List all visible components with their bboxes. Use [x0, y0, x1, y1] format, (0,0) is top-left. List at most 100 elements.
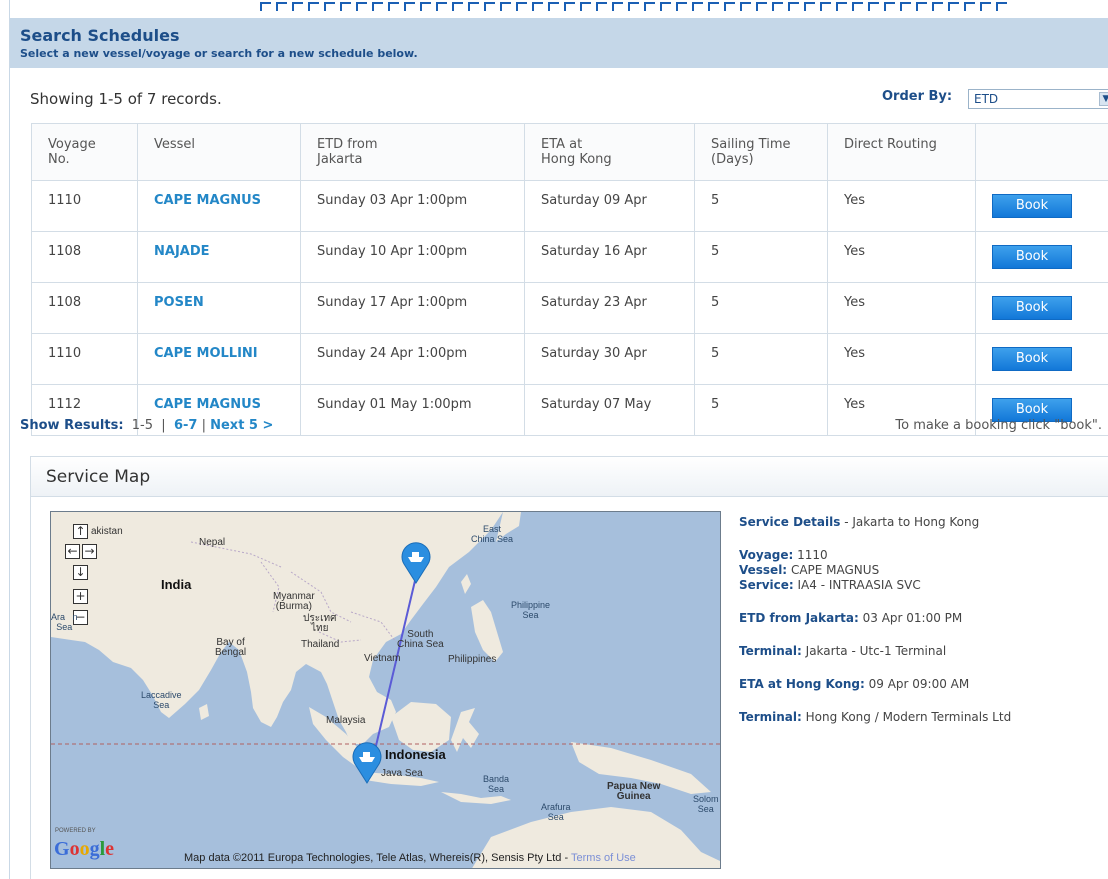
label-java-sea: Java Sea — [381, 768, 423, 779]
direct-cell: Yes — [827, 282, 976, 334]
pan-left-icon[interactable]: ← — [65, 544, 80, 559]
chevron-down-icon[interactable]: ▼ — [1099, 92, 1108, 106]
col-vessel: Vessel — [137, 123, 301, 181]
service-map-title: Service Map — [31, 457, 1108, 497]
days-cell: 5 — [694, 180, 828, 232]
service-details: Service Details - Jakarta to Hong Kong V… — [739, 515, 1099, 743]
days-cell: 5 — [694, 333, 828, 385]
current-page: 1-5 — [131, 418, 154, 433]
voyage-value: 1110 — [797, 548, 828, 562]
days-cell: 5 — [694, 282, 828, 334]
hong-kong-port-pin-icon[interactable] — [400, 540, 432, 584]
map-attribution: Map data ©2011 Europa Technologies, Tele… — [184, 852, 636, 864]
col-book — [975, 123, 1108, 181]
jakarta-port-pin-icon[interactable] — [351, 740, 383, 784]
etd-cell: Sunday 17 Apr 1:00pm — [300, 282, 525, 334]
voyage-cell: 1108 — [31, 231, 138, 283]
label-arafura-sea: Arafura Sea — [541, 802, 571, 822]
zoom-in-icon[interactable]: + — [73, 589, 88, 604]
vessel-link[interactable]: CAPE MAGNUS — [137, 180, 301, 232]
order-by-select[interactable]: ETD ▼ — [968, 89, 1108, 109]
terminal-label: Terminal: — [739, 710, 802, 724]
label-papua: Papua New Guinea — [607, 781, 661, 802]
label-indonesia: Indonesia — [385, 747, 446, 762]
label-solomon-sea: Solom Sea — [693, 794, 719, 814]
label-thai-script: ประเทศ ไทย — [303, 613, 337, 634]
page-title: Search Schedules — [20, 26, 180, 45]
days-cell: 5 — [694, 384, 828, 436]
records-count: Showing 1-5 of 7 records. — [30, 90, 222, 108]
pan-right-icon[interactable]: → — [82, 544, 97, 559]
days-cell: 5 — [694, 231, 828, 283]
map-attribution-text: Map data ©2011 Europa Technologies, Tele… — [184, 852, 571, 864]
book-button[interactable]: Book — [992, 245, 1072, 269]
etd-cell: Sunday 24 Apr 1:00pm — [300, 333, 525, 385]
book-cell: Book — [975, 282, 1108, 334]
book-button[interactable]: Book — [992, 194, 1072, 218]
terminal-value: Jakarta - Utc-1 Terminal — [805, 644, 947, 658]
vessel-label: Vessel: — [739, 563, 788, 577]
book-button[interactable]: Book — [992, 347, 1072, 371]
label-south-china-sea: South China Sea — [397, 629, 444, 650]
etd-value: 03 Apr 01:00 PM — [862, 611, 963, 625]
pan-up-icon[interactable]: ↑ — [73, 524, 88, 539]
col-voyage: Voyage No. — [31, 123, 138, 181]
schedule-table: Voyage No. Vessel ETD from Jakarta ETA a… — [31, 123, 1108, 436]
etd-cell: Sunday 10 Apr 1:00pm — [300, 231, 525, 283]
voyage-cell: 1108 — [31, 282, 138, 334]
table-row: 1108 POSEN Sunday 17 Apr 1:00pm Saturday… — [31, 282, 1108, 334]
pagination: Show Results: 1-5 | 6-7 | Next 5 > — [20, 418, 273, 433]
schedule-page: Search Schedules Select a new vessel/voy… — [9, 0, 1108, 879]
order-by-label: Order By: — [882, 89, 953, 104]
direct-cell: Yes — [827, 180, 976, 232]
etd-cell: Sunday 03 Apr 1:00pm — [300, 180, 525, 232]
next-5-link[interactable]: Next 5 > — [210, 418, 273, 433]
voyage-label: Voyage: — [739, 548, 794, 562]
label-bay-of-bengal: Bay of Bengal — [215, 637, 247, 658]
book-cell: Book — [975, 231, 1108, 283]
label-arabian-sea: Ara n Sea — [51, 612, 78, 632]
voyage-cell: 1110 — [31, 333, 138, 385]
table-row: 1110 CAPE MAGNUS Sunday 03 Apr 1:00pm Sa… — [31, 180, 1108, 232]
table-row: 1110 CAPE MOLLINI Sunday 24 Apr 1:00pm S… — [31, 333, 1108, 385]
pan-down-icon[interactable]: ↓ — [73, 565, 88, 580]
page-subtitle: Select a new vessel/voyage or search for… — [20, 47, 418, 60]
etd-cell: Sunday 01 May 1:00pm — [300, 384, 525, 436]
service-value: IA4 - INTRAASIA SVC — [797, 578, 921, 592]
label-nepal: Nepal — [199, 537, 226, 548]
label-vietnam: Vietnam — [364, 653, 401, 664]
voyage-cell: 1110 — [31, 180, 138, 232]
label-banda-sea: Banda Sea — [483, 774, 510, 794]
table-header-row: Voyage No. Vessel ETD from Jakarta ETA a… — [31, 123, 1108, 181]
vessel-link[interactable]: CAPE MOLLINI — [137, 333, 301, 385]
label-laccadive-sea: Laccadive Sea — [141, 690, 182, 710]
service-details-route: - Jakarta to Hong Kong — [840, 515, 980, 529]
taiwan — [461, 574, 471, 594]
google-logo: Google — [54, 838, 115, 860]
cropped-top-decoration — [260, 0, 1020, 18]
book-button[interactable]: Book — [992, 296, 1072, 320]
service-details-heading: Service Details — [739, 515, 841, 529]
label-india: India — [161, 577, 192, 592]
show-results-label: Show Results: — [20, 418, 124, 433]
vessel-link[interactable]: NAJADE — [137, 231, 301, 283]
separator: | — [161, 418, 166, 433]
book-cell: Book — [975, 333, 1108, 385]
booking-tip: To make a booking click "book". — [895, 418, 1102, 433]
terminal-label: Terminal: — [739, 644, 802, 658]
terms-of-use-link[interactable]: Terms of Use — [571, 852, 636, 864]
eta-cell: Saturday 30 Apr — [524, 333, 695, 385]
label-thailand: Thailand — [301, 639, 340, 650]
terminal-value: Hong Kong / Modern Terminals Ltd — [805, 710, 1012, 724]
eta-cell: Saturday 07 May — [524, 384, 695, 436]
page-6-7-link[interactable]: 6-7 — [174, 418, 198, 433]
vessel-link[interactable]: POSEN — [137, 282, 301, 334]
label-malaysia: Malaysia — [326, 715, 366, 726]
order-by-value: ETD — [974, 92, 999, 106]
label-philippine-sea: Philippine Sea — [511, 600, 551, 620]
eta-cell: Saturday 16 Apr — [524, 231, 695, 283]
philippines-island — [471, 600, 503, 662]
map-view[interactable]: ↑ ← → ↓ + − akistan Nepal India Myanmar … — [50, 511, 721, 869]
book-cell: Book — [975, 180, 1108, 232]
vessel-value: CAPE MAGNUS — [790, 563, 880, 577]
